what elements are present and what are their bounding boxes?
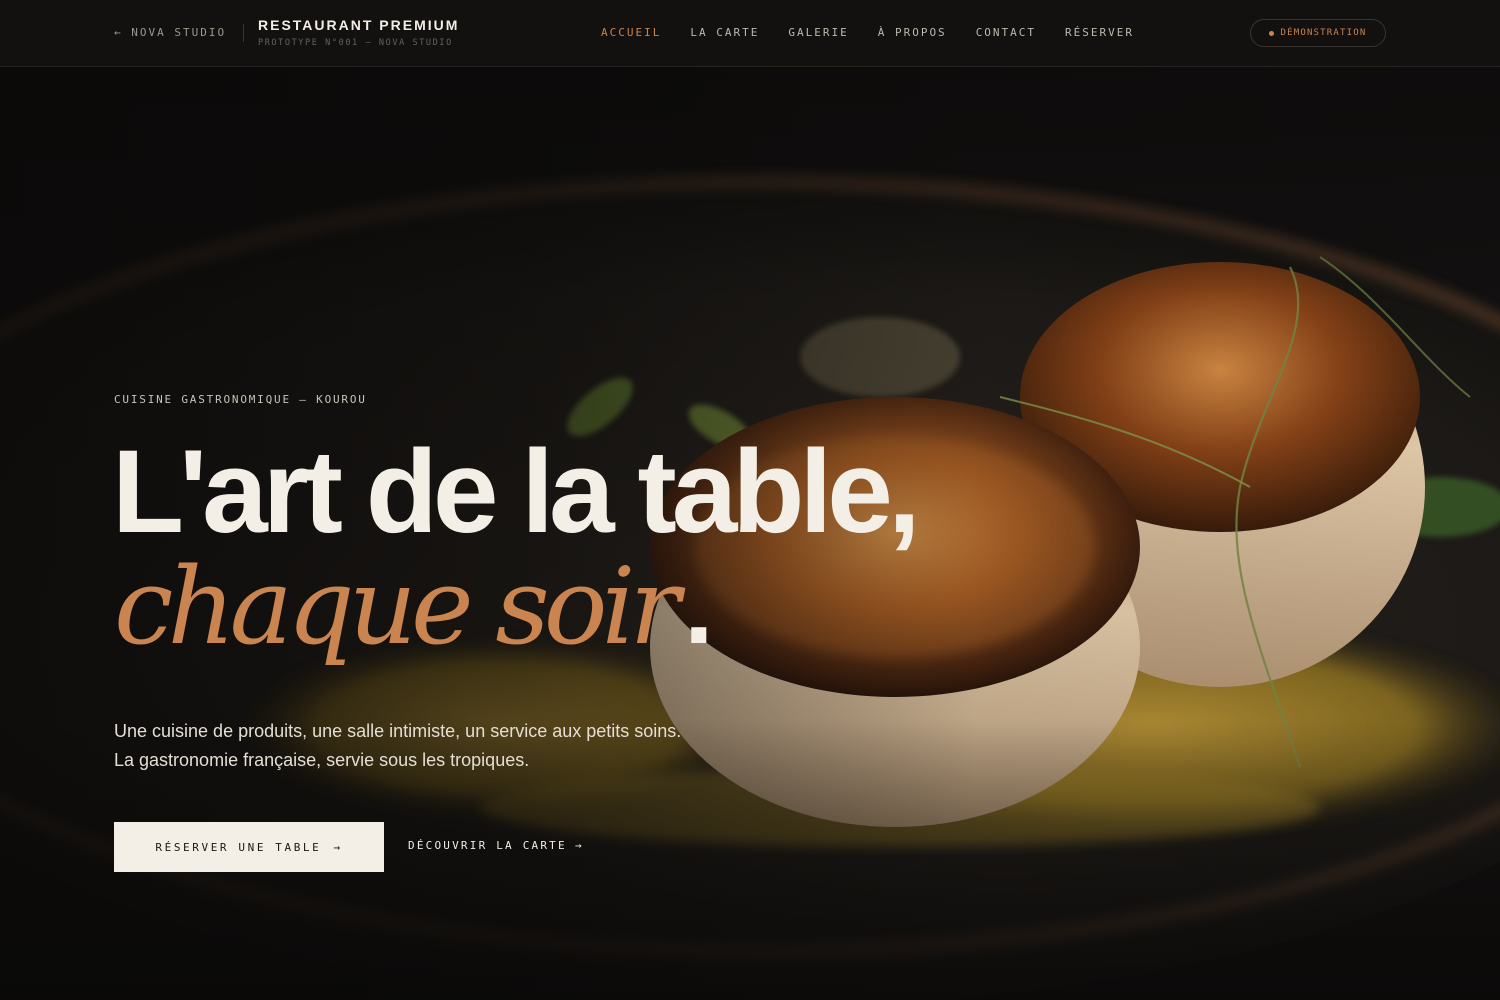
hero-headline-period: . (684, 548, 714, 666)
hero-description-line1: Une cuisine de produits, une salle intim… (114, 721, 682, 741)
main-nav: ACCUEIL LA CARTE GALERIE À PROPOS CONTAC… (601, 26, 1163, 39)
top-navigation-bar: ← NOVA STUDIO RESTAURANT PREMIUM PROTOTY… (0, 0, 1500, 67)
brand-title[interactable]: RESTAURANT PREMIUM (258, 17, 459, 33)
reserve-table-button[interactable]: RÉSERVER UNE TABLE → (114, 822, 384, 872)
arrow-right-icon: → (574, 839, 584, 852)
nav-item-accueil[interactable]: ACCUEIL (601, 26, 661, 39)
discover-menu-link[interactable]: DÉCOUVRIR LA CARTE → (408, 839, 584, 852)
hero-description-line2: La gastronomie française, servie sous le… (114, 750, 530, 770)
nav-item-la-carte[interactable]: LA CARTE (690, 26, 759, 39)
demo-badge-label: DÉMONSTRATION (1280, 28, 1367, 38)
nav-item-galerie[interactable]: GALERIE (788, 26, 848, 39)
nav-item-a-propos[interactable]: À PROPOS (878, 26, 947, 39)
hero-headline-accent: chaque soir (114, 545, 680, 668)
hero-eyebrow: CUISINE GASTRONOMIQUE — KOUROU (114, 393, 367, 406)
hero-section: CUISINE GASTRONOMIQUE — KOUROU L'art de … (0, 67, 1500, 1000)
reserve-table-label: RÉSERVER UNE TABLE (155, 840, 322, 854)
header-divider (243, 24, 244, 42)
hero-headline-line1: L'art de la table, (112, 426, 921, 558)
discover-menu-label: DÉCOUVRIR LA CARTE (408, 839, 567, 852)
arrow-right-icon: → (333, 840, 343, 854)
hero-description: Une cuisine de produits, une salle intim… (114, 717, 754, 775)
back-to-nova-studio-link[interactable]: ← NOVA STUDIO (114, 26, 226, 39)
nav-item-contact[interactable]: CONTACT (976, 26, 1036, 39)
hero-headline-line2: chaque soir. (114, 554, 714, 661)
demo-status-badge: DÉMONSTRATION (1250, 19, 1386, 47)
status-dot-icon (1269, 30, 1275, 36)
brand-subtitle: PROTOTYPE N°001 — NOVA STUDIO (258, 38, 453, 48)
nav-item-reserver[interactable]: RÉSERVER (1065, 26, 1134, 39)
